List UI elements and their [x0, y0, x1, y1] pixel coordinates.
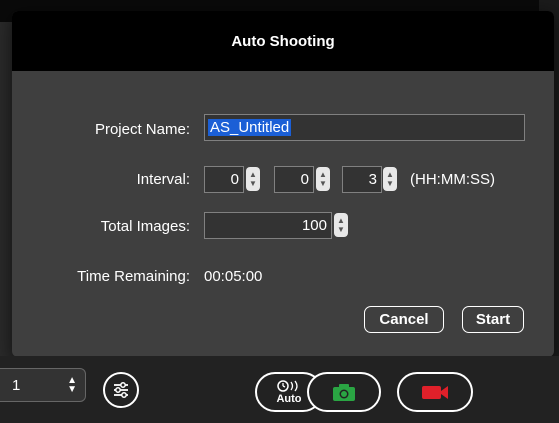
camera-icon: [333, 384, 355, 401]
interval-minutes-input[interactable]: 0: [274, 166, 314, 193]
interval-hours-value: 0: [230, 171, 239, 188]
project-name-input[interactable]: AS_Untitled: [204, 114, 525, 141]
project-name-value: AS_Untitled: [208, 119, 292, 136]
interval-seconds-value: 3: [368, 171, 377, 188]
interval-label: Interval:: [136, 171, 190, 188]
interval-seconds-input[interactable]: 3: [342, 166, 382, 193]
chevron-down-icon: ▼: [337, 225, 345, 234]
chevron-down-icon: ▼: [249, 179, 257, 188]
camera-index-value: 1: [12, 376, 21, 394]
timer-icon: [277, 380, 298, 392]
auto-label: Auto: [276, 393, 302, 405]
chevron-up-icon: ▲: [249, 170, 257, 179]
total-images-input[interactable]: 100: [204, 212, 332, 239]
chevron-down-icon: ▼: [319, 179, 327, 188]
video-record-button[interactable]: [397, 372, 473, 412]
camera-select[interactable]: 1 ▲ ▼: [0, 368, 86, 402]
project-name-label: Project Name:: [94, 121, 190, 138]
interval-format-label: (HH:MM:SS): [410, 171, 495, 188]
chevron-up-icon: ▲: [319, 170, 327, 179]
interval-hours-stepper[interactable]: ▲ ▼: [246, 167, 260, 191]
dialog-title: Auto Shooting: [231, 32, 335, 50]
total-images-stepper[interactable]: ▲ ▼: [334, 213, 348, 237]
time-remaining-value: 00:05:00: [204, 268, 263, 285]
interval-minutes-stepper[interactable]: ▲ ▼: [316, 167, 330, 191]
video-camera-icon: [422, 386, 448, 399]
time-remaining-label: Time Remaining:: [77, 268, 190, 285]
interval-hours-input[interactable]: 0: [204, 166, 244, 193]
interval-seconds-stepper[interactable]: ▲ ▼: [383, 167, 397, 191]
dialog-header: Auto Shooting: [12, 11, 554, 71]
sliders-icon: [114, 382, 128, 398]
cancel-button[interactable]: Cancel: [364, 306, 444, 333]
chevron-up-icon: ▲: [386, 170, 394, 179]
photo-capture-button[interactable]: [307, 372, 381, 412]
chevron-down-icon: ▼: [386, 179, 394, 188]
settings-sliders-button[interactable]: [103, 372, 139, 408]
auto-shooting-dialog: Auto Shooting Project Name: AS_Untitled …: [12, 11, 554, 369]
start-button[interactable]: Start: [462, 306, 524, 333]
interval-minutes-value: 0: [300, 171, 309, 188]
updown-chevron-icon: ▲ ▼: [67, 375, 77, 395]
total-images-label: Total Images:: [100, 218, 190, 235]
total-images-value: 100: [301, 217, 327, 234]
chevron-up-icon: ▲: [337, 216, 345, 225]
